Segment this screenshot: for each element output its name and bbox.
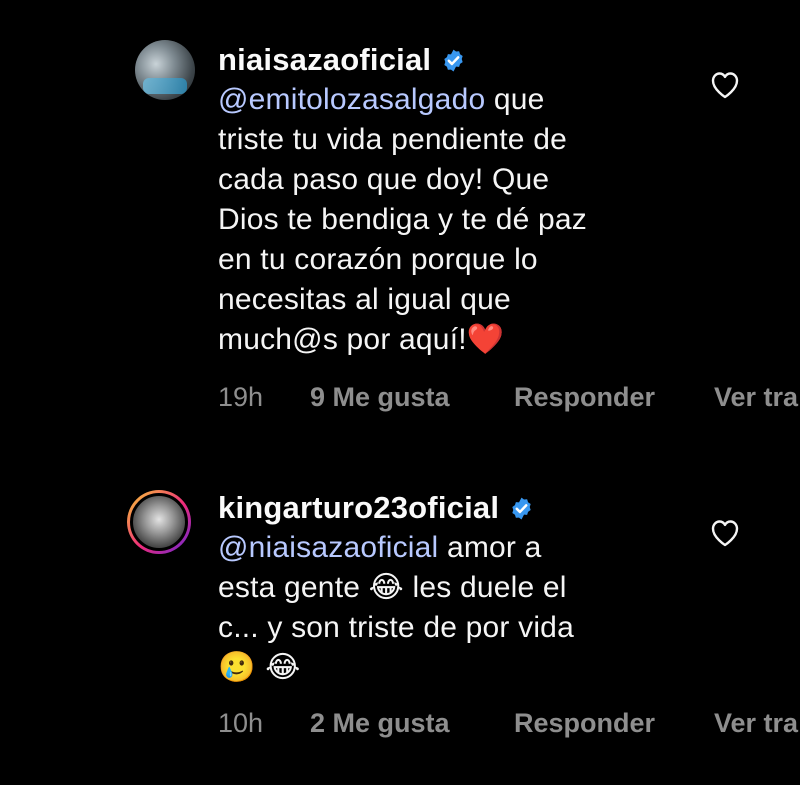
text-line: triste tu vida pendiente de	[218, 123, 567, 156]
comment-header: niaisazaoficial	[218, 42, 466, 78]
avatar[interactable]	[135, 40, 195, 100]
text-line: esta gente	[218, 571, 369, 604]
emoji-line: 🥲 😂	[218, 650, 301, 685]
text-line: necesitas al igual que	[218, 283, 511, 316]
heart-outline-icon[interactable]	[709, 70, 741, 100]
text-line: que	[485, 83, 545, 116]
text-line: les duele el	[403, 571, 567, 604]
red-heart-emoji: ❤️	[466, 322, 505, 357]
text-line: much@s por aquí!	[218, 323, 467, 356]
reply-button[interactable]: Responder	[514, 382, 714, 413]
text-line: Dios te bendiga y te dé paz	[218, 203, 587, 236]
username[interactable]: niaisazaoficial	[218, 42, 431, 78]
translate-button[interactable]: Ver tra	[714, 382, 798, 413]
text-line: amor a	[438, 531, 542, 564]
text-line: c... y son triste de por vida	[218, 611, 574, 644]
verified-badge-icon	[509, 496, 534, 521]
avatar[interactable]	[127, 490, 191, 554]
comment-time: 19h	[218, 382, 264, 412]
text-line: cada paso que doy! Que	[218, 163, 550, 196]
laughing-emoji: 😂	[368, 570, 404, 605]
translate-button[interactable]: Ver tra	[714, 708, 798, 739]
verified-badge-icon	[441, 48, 466, 73]
comment-text: @emitolozasalgado que triste tu vida pen…	[218, 80, 688, 360]
username[interactable]: kingarturo23oficial	[218, 490, 499, 526]
text-line: en tu corazón porque lo	[218, 243, 538, 276]
comment-time: 10h	[218, 708, 264, 738]
mention-link[interactable]: @emitolozasalgado	[218, 83, 485, 116]
likes-count[interactable]: 2 Me gusta	[310, 708, 514, 739]
reply-button[interactable]: Responder	[514, 708, 714, 739]
comment-text: @niaisazaoficial amor a esta gente 😂 les…	[218, 528, 688, 688]
comment-header: kingarturo23oficial	[218, 490, 534, 526]
mention-link[interactable]: @niaisazaoficial	[218, 531, 438, 564]
likes-count[interactable]: 9 Me gusta	[310, 382, 514, 413]
avatar-image	[130, 493, 188, 551]
comment-meta: 19h 9 Me gusta Responder Ver tra	[218, 382, 798, 413]
comment-meta: 10h 2 Me gusta Responder Ver tra	[218, 708, 798, 739]
heart-outline-icon[interactable]	[709, 518, 741, 548]
